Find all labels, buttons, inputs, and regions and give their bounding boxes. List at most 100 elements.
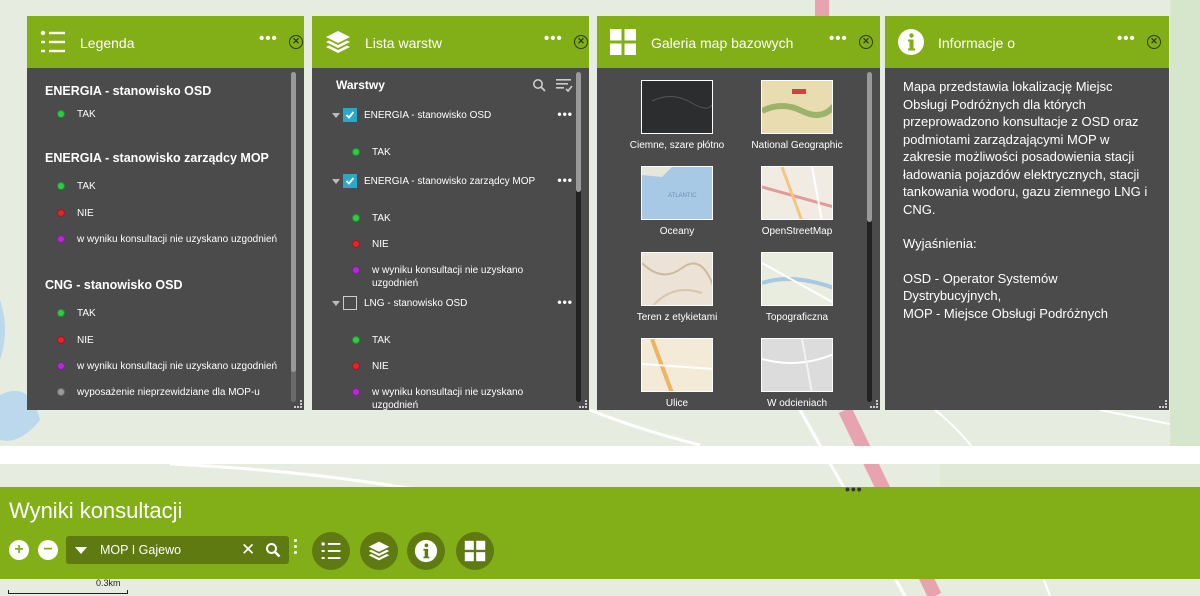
basemap-label[interactable]: OpenStreetMap xyxy=(737,226,857,237)
oceans-basemap[interactable]: ATLANTIC xyxy=(641,166,713,220)
layer-options-button[interactable]: ••• xyxy=(557,107,573,121)
legend-menu-button[interactable]: ••• xyxy=(259,30,278,47)
legend-item: TAK xyxy=(57,108,292,121)
legend-symbol-icon xyxy=(57,336,65,344)
search-dropdown-icon[interactable] xyxy=(75,547,87,554)
legend-panel: Legenda ••• ✕ ENERGIA - stanowisko OSD TA… xyxy=(27,16,304,410)
basemap-label[interactable]: Topograficzna xyxy=(737,312,857,323)
layers-scroll-thumb[interactable] xyxy=(576,72,581,192)
legend-resize-handle[interactable] xyxy=(294,400,302,408)
info-close-button[interactable]: ✕ xyxy=(1147,35,1161,49)
gallery-toggle-button[interactable] xyxy=(456,532,494,570)
info-icon xyxy=(897,28,925,56)
layer-group-row[interactable]: ENERGIA - stanowisko OSD xyxy=(332,108,491,122)
gallery-body: Ciemne, szare płótno National Geographic A… xyxy=(597,68,880,410)
basemap-label[interactable]: National Geographic xyxy=(737,140,857,151)
svg-text:ATLANTIC: ATLANTIC xyxy=(668,193,697,199)
search-icon[interactable] xyxy=(532,78,546,92)
legend-item: TAK xyxy=(57,307,292,320)
legend-symbol-icon xyxy=(57,309,65,317)
grid-icon xyxy=(464,540,486,562)
layer-visibility-checkbox[interactable] xyxy=(343,296,357,310)
more-options-icon[interactable] xyxy=(294,539,298,557)
layers-icon xyxy=(324,28,352,56)
legend-list-icon xyxy=(39,28,67,56)
gallery-resize-handle[interactable] xyxy=(870,400,878,408)
topo-basemap[interactable] xyxy=(761,252,833,306)
bottom-handle-dots[interactable]: ••• xyxy=(845,481,863,497)
natgeo-basemap[interactable] xyxy=(761,80,833,134)
search-icon[interactable] xyxy=(265,542,281,558)
layer-visibility-checkbox[interactable] xyxy=(343,108,357,122)
basemap-label[interactable]: W odcieniach xyxy=(737,398,857,409)
legend-toggle-button[interactable] xyxy=(312,532,350,570)
filter-list-icon[interactable] xyxy=(555,77,573,93)
layers-panel: Lista warstw ••• ✕ Warstwy ENERGIA - sta… xyxy=(312,16,589,410)
layer-legend-label: TAK xyxy=(372,213,391,224)
layers-panel-title: Lista warstw xyxy=(365,35,443,51)
layers-close-button[interactable]: ✕ xyxy=(574,35,588,49)
gallery-scroll-thumb[interactable] xyxy=(867,72,872,222)
search-box[interactable]: MOP I Gajewo ✕ xyxy=(66,536,289,564)
legend-panel-title: Legenda xyxy=(80,35,135,51)
layers-icon xyxy=(368,541,390,561)
legend-symbol-icon xyxy=(57,388,65,396)
osm-basemap[interactable] xyxy=(761,166,833,220)
info-resize-handle[interactable] xyxy=(1159,400,1167,408)
zoom-in-button[interactable]: + xyxy=(9,540,29,560)
layer-group-row[interactable]: ENERGIA - stanowisko zarządcy MOP xyxy=(332,174,535,188)
layer-legend-item: NIE xyxy=(352,360,552,373)
layers-toggle-button[interactable] xyxy=(360,532,398,570)
basemap-label[interactable]: Oceany xyxy=(617,226,737,237)
basemap-label[interactable]: Ulice xyxy=(617,398,737,409)
legend-symbol-icon xyxy=(352,148,360,156)
info-panel-header[interactable]: Informacje o ••• ✕ xyxy=(885,16,1169,68)
info-menu-button[interactable]: ••• xyxy=(1117,30,1136,47)
layer-legend-label: NIE xyxy=(372,239,389,250)
info-icon xyxy=(414,539,438,563)
layer-options-button[interactable]: ••• xyxy=(557,295,573,309)
layer-legend-item: w wyniku konsultacji nie uzyskano uzgodn… xyxy=(352,264,552,290)
layers-body: Warstwy ENERGIA - stanowisko OSD ••• TAK EN… xyxy=(312,68,589,410)
legend-item: w wyniku konsultacji nie uzyskano uzgodn… xyxy=(57,233,292,246)
expand-caret-icon[interactable] xyxy=(332,300,340,306)
search-input[interactable]: MOP I Gajewo xyxy=(100,543,181,557)
basemap-label[interactable]: Teren z etykietami xyxy=(617,312,737,323)
basemap-label[interactable]: Ciemne, szare płótno xyxy=(617,140,737,151)
layer-visibility-checkbox[interactable] xyxy=(343,174,357,188)
expand-caret-icon[interactable] xyxy=(332,178,340,184)
layers-panel-header[interactable]: Lista warstw ••• ✕ xyxy=(312,16,589,68)
legend-item: NIE xyxy=(57,334,292,347)
expand-caret-icon[interactable] xyxy=(332,112,340,118)
legend-symbol-icon xyxy=(57,110,65,118)
legend-symbol-icon xyxy=(352,266,360,274)
layers-menu-button[interactable]: ••• xyxy=(544,30,563,47)
legend-item-label: w wyniku konsultacji nie uzyskano uzgodn… xyxy=(77,234,278,245)
clear-icon[interactable]: ✕ xyxy=(241,540,255,560)
legend-scroll-thumb[interactable] xyxy=(291,72,296,372)
check-icon xyxy=(345,111,355,119)
legend-symbol-icon xyxy=(57,235,65,243)
light-gray-basemap[interactable] xyxy=(761,338,833,392)
layers-resize-handle[interactable] xyxy=(579,400,587,408)
terrain-basemap[interactable] xyxy=(641,252,713,306)
legend-item-label: TAK xyxy=(77,308,96,319)
legend-panel-header[interactable]: Legenda ••• ✕ xyxy=(27,16,304,68)
layer-group-row[interactable]: LNG - stanowisko OSD xyxy=(332,296,467,310)
layer-options-button[interactable]: ••• xyxy=(557,173,573,187)
info-toggle-button[interactable] xyxy=(407,532,445,570)
legend-symbol-icon xyxy=(57,362,65,370)
gallery-menu-button[interactable]: ••• xyxy=(829,30,848,47)
dark-gray-basemap[interactable] xyxy=(641,80,713,134)
layer-legend-label: w wyniku konsultacji nie uzyskano uzgodn… xyxy=(372,387,524,410)
gallery-panel-header[interactable]: Galeria map bazowych ••• ✕ xyxy=(597,16,880,68)
bottom-toolbar: ••• Wyniki konsultacji + − MOP I Gajewo … xyxy=(0,481,1200,579)
layer-legend-label: TAK xyxy=(372,335,391,346)
zoom-out-button[interactable]: − xyxy=(38,540,58,560)
legend-close-button[interactable]: ✕ xyxy=(289,35,303,49)
legend-symbol-icon xyxy=(352,388,360,396)
streets-basemap[interactable] xyxy=(641,338,713,392)
gallery-close-button[interactable]: ✕ xyxy=(859,35,873,49)
scale-bar xyxy=(8,590,128,594)
layer-group-name: ENERGIA - stanowisko OSD xyxy=(364,109,492,121)
